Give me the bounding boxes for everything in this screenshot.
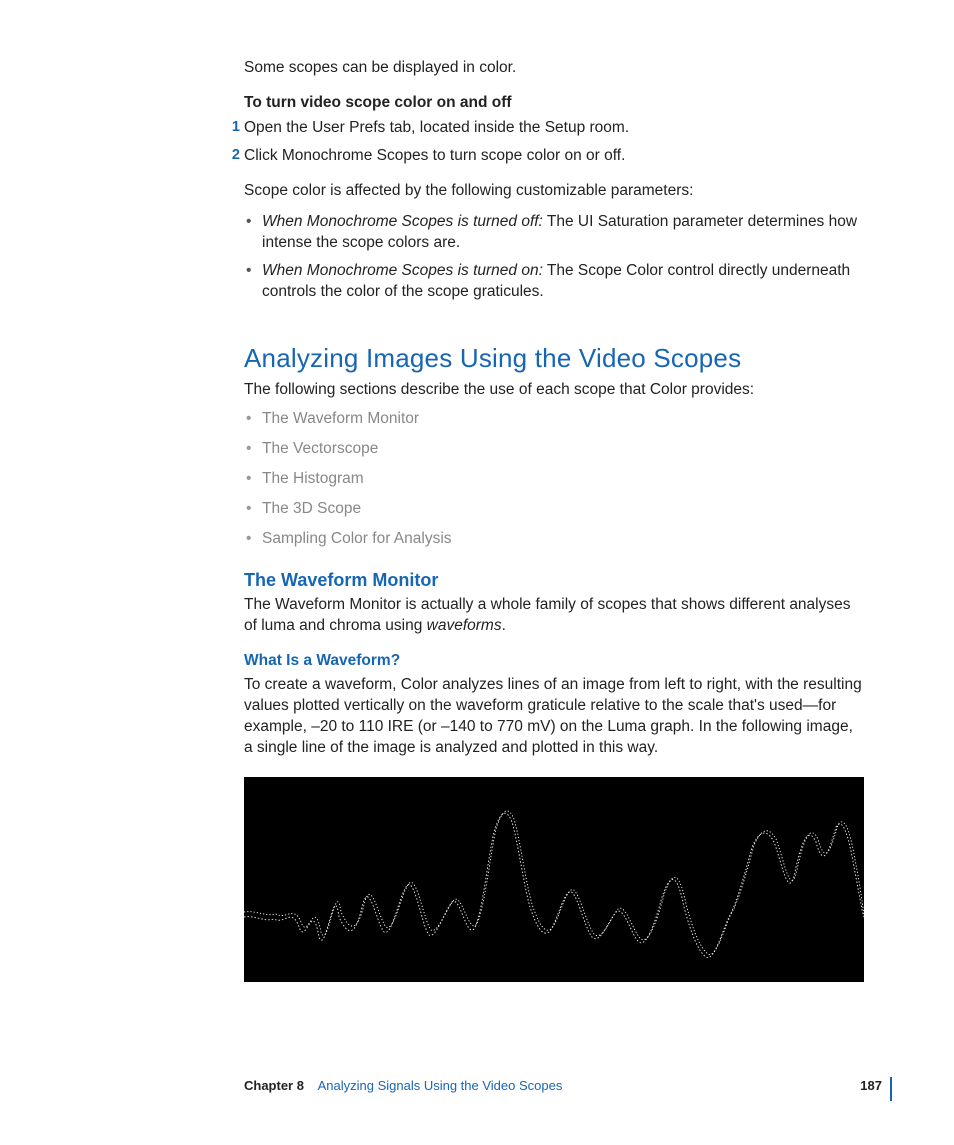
body-text: To create a waveform, Color analyzes lin… [244,675,864,759]
list-item: • When Monochrome Scopes is turned on: T… [244,261,864,303]
page-number: 187 [860,1077,882,1095]
section-heading: Analyzing Images Using the Video Scopes [244,341,864,376]
task-heading: To turn video scope color on and off [244,93,864,114]
toc-item: • The Vectorscope [244,439,864,460]
chapter-title: Analyzing Signals Using the Video Scopes [318,1078,563,1093]
toc-item: • The Histogram [244,469,864,490]
subsubsection-heading: What Is a Waveform? [244,651,864,672]
toc-item: • The 3D Scope [244,499,864,520]
page-footer: Chapter 8 Analyzing Signals Using the Vi… [244,1077,882,1095]
step-1: 1 Open the User Prefs tab, located insid… [244,118,864,139]
step-2: 2 Click Monochrome Scopes to turn scope … [244,146,864,167]
toc-link[interactable]: Sampling Color for Analysis [262,530,452,547]
step-number: 2 [224,146,240,166]
step-text: Click Monochrome Scopes to turn scope co… [244,147,625,164]
bullet-icon: • [246,499,251,520]
chapter-label: Chapter 8 [244,1078,304,1093]
body-text: Scope color is affected by the following… [244,181,864,202]
step-number: 1 [224,118,240,138]
bullet-icon: • [246,261,251,282]
toc-link[interactable]: The 3D Scope [262,500,361,517]
toc-link[interactable]: The Histogram [262,470,364,487]
body-text: The following sections describe the use … [244,380,864,401]
bullet-lead: When Monochrome Scopes is turned on: [262,262,543,279]
bullet-icon: • [246,529,251,550]
toc-link[interactable]: The Waveform Monitor [262,410,419,427]
toc-item: • The Waveform Monitor [244,409,864,430]
subsection-heading: The Waveform Monitor [244,568,864,592]
step-text: Open the User Prefs tab, located inside … [244,119,629,136]
list-item: • When Monochrome Scopes is turned off: … [244,212,864,254]
bullet-list: • When Monochrome Scopes is turned off: … [244,212,864,304]
body-text: Some scopes can be displayed in color. [244,58,864,79]
toc-item: • Sampling Color for Analysis [244,529,864,550]
toc-list: • The Waveform Monitor • The Vectorscope •… [244,409,864,550]
bullet-icon: • [246,409,251,430]
footer-divider [890,1077,892,1101]
bullet-icon: • [246,469,251,490]
bullet-lead: When Monochrome Scopes is turned off: [262,213,543,230]
toc-link[interactable]: The Vectorscope [262,440,378,457]
waveform-image [244,777,864,982]
body-text: The Waveform Monitor is actually a whole… [244,595,864,637]
bullet-icon: • [246,439,251,460]
bullet-icon: • [246,212,251,233]
